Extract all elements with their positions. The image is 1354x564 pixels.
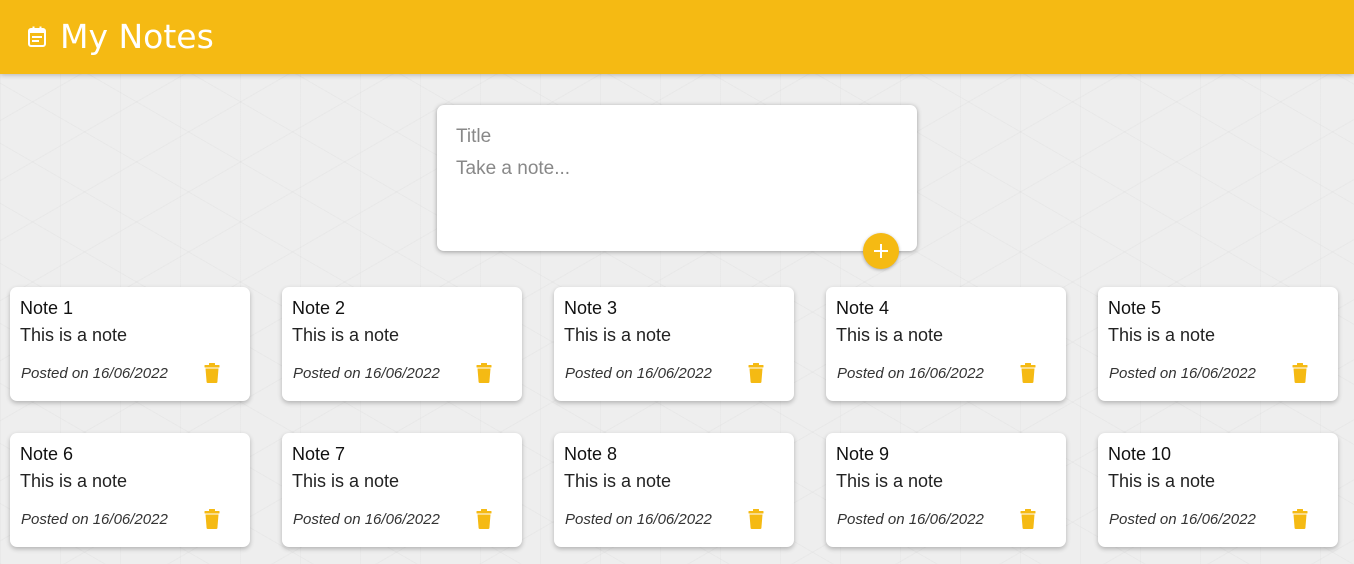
note-card: Note 2 This is a note Posted on 16/06/20… — [282, 287, 522, 401]
app-title: My Notes — [60, 17, 214, 56]
note-composer — [437, 105, 917, 251]
note-date: Posted on 16/06/2022 — [21, 511, 168, 528]
note-title: Note 3 — [564, 298, 618, 318]
note-date: Posted on 16/06/2022 — [293, 511, 440, 528]
note-title: Note 7 — [292, 444, 346, 464]
note-content: This is a note — [292, 471, 400, 491]
note-content: This is a note — [292, 325, 400, 345]
trash-icon — [204, 509, 220, 529]
note-title: Note 9 — [836, 444, 890, 464]
trash-icon — [1292, 363, 1308, 383]
delete-note-button[interactable] — [746, 508, 766, 530]
note-content-input[interactable] — [456, 155, 898, 225]
note-title: Note 10 — [1108, 444, 1172, 464]
note-title: Note 6 — [20, 444, 74, 464]
note-card: Note 3 This is a note Posted on 16/06/20… — [554, 287, 794, 401]
note-title: Note 8 — [564, 444, 618, 464]
delete-note-button[interactable] — [202, 508, 222, 530]
trash-icon — [748, 363, 764, 383]
note-date: Posted on 16/06/2022 — [837, 365, 984, 382]
delete-note-button[interactable] — [1018, 362, 1038, 384]
note-content: This is a note — [836, 471, 944, 491]
plus-icon — [873, 243, 889, 259]
note-date: Posted on 16/06/2022 — [565, 365, 712, 382]
note-content: This is a note — [20, 471, 128, 491]
delete-note-button[interactable] — [474, 508, 494, 530]
note-date: Posted on 16/06/2022 — [21, 365, 168, 382]
trash-icon — [1020, 509, 1036, 529]
note-card: Note 9 This is a note Posted on 16/06/20… — [826, 433, 1066, 547]
note-content: This is a note — [20, 325, 128, 345]
note-title-input[interactable] — [456, 123, 898, 150]
delete-note-button[interactable] — [1290, 508, 1310, 530]
trash-icon — [476, 509, 492, 529]
note-card: Note 6 This is a note Posted on 16/06/20… — [10, 433, 250, 547]
note-date: Posted on 16/06/2022 — [293, 365, 440, 382]
note-card: Note 10 This is a note Posted on 16/06/2… — [1098, 433, 1338, 547]
add-note-button[interactable] — [863, 233, 899, 269]
notes-grid: Note 1 This is a note Posted on 16/06/20… — [10, 287, 1338, 547]
trash-icon — [204, 363, 220, 383]
note-date: Posted on 16/06/2022 — [1109, 365, 1256, 382]
delete-note-button[interactable] — [746, 362, 766, 384]
delete-note-button[interactable] — [1018, 508, 1038, 530]
delete-note-button[interactable] — [1290, 362, 1310, 384]
trash-icon — [1292, 509, 1308, 529]
note-title: Note 1 — [20, 298, 74, 318]
note-card: Note 8 This is a note Posted on 16/06/20… — [554, 433, 794, 547]
note-content: This is a note — [1108, 471, 1216, 491]
note-content: This is a note — [564, 325, 672, 345]
note-card: Note 1 This is a note Posted on 16/06/20… — [10, 287, 250, 401]
delete-note-button[interactable] — [474, 362, 494, 384]
note-date: Posted on 16/06/2022 — [1109, 511, 1256, 528]
trash-icon — [748, 509, 764, 529]
note-date: Posted on 16/06/2022 — [565, 511, 712, 528]
trash-icon — [1020, 363, 1036, 383]
note-card: Note 7 This is a note Posted on 16/06/20… — [282, 433, 522, 547]
note-title: Note 2 — [292, 298, 346, 318]
calendar-note-icon — [27, 26, 47, 48]
note-card: Note 5 This is a note Posted on 16/06/20… — [1098, 287, 1338, 401]
note-content: This is a note — [564, 471, 672, 491]
app-header: My Notes — [0, 0, 1354, 74]
note-content: This is a note — [1108, 325, 1216, 345]
note-content: This is a note — [836, 325, 944, 345]
delete-note-button[interactable] — [202, 362, 222, 384]
trash-icon — [476, 363, 492, 383]
note-card: Note 4 This is a note Posted on 16/06/20… — [826, 287, 1066, 401]
note-title: Note 5 — [1108, 298, 1162, 318]
note-title: Note 4 — [836, 298, 890, 318]
note-date: Posted on 16/06/2022 — [837, 511, 984, 528]
